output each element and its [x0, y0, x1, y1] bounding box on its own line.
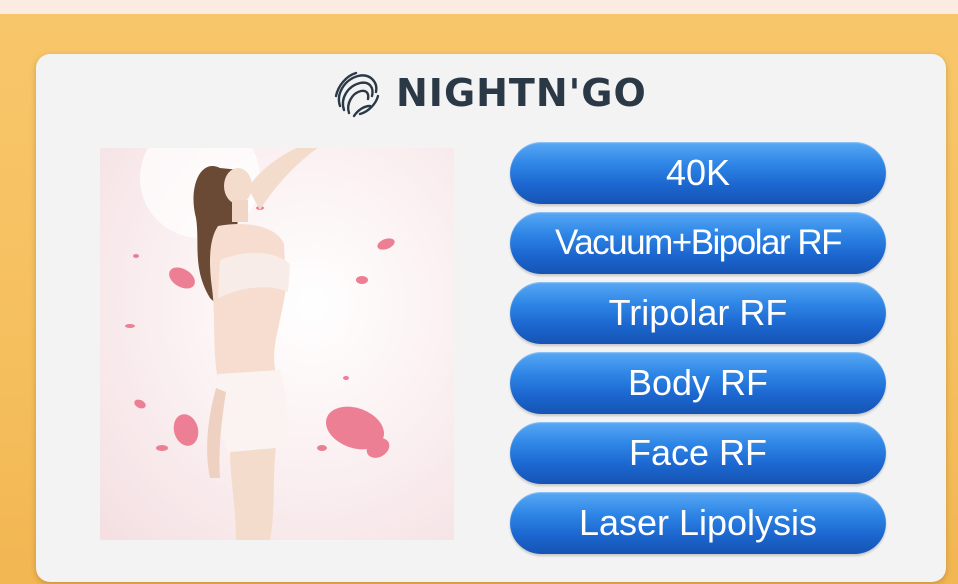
swirl-face-logo-icon	[334, 71, 380, 118]
brand-logo: NIGHTN'GO	[330, 62, 647, 124]
model-with-rose-petals-image	[100, 148, 454, 540]
model-illustration	[125, 148, 395, 540]
treatment-menu: 40K Vacuum+Bipolar RF Tripolar RF Body R…	[510, 142, 886, 562]
menu-item-laser-lipolysis[interactable]: Laser Lipolysis	[510, 492, 886, 554]
brand-name: NIGHTN'GO	[396, 71, 647, 115]
menu-item-40k[interactable]: 40K	[510, 142, 886, 204]
menu-item-body-rf[interactable]: Body RF	[510, 352, 886, 414]
menu-item-vacuum-bipolar-rf[interactable]: Vacuum+Bipolar RF	[510, 212, 886, 274]
menu-item-face-rf[interactable]: Face RF	[510, 422, 886, 484]
menu-item-tripolar-rf[interactable]: Tripolar RF	[510, 282, 886, 344]
